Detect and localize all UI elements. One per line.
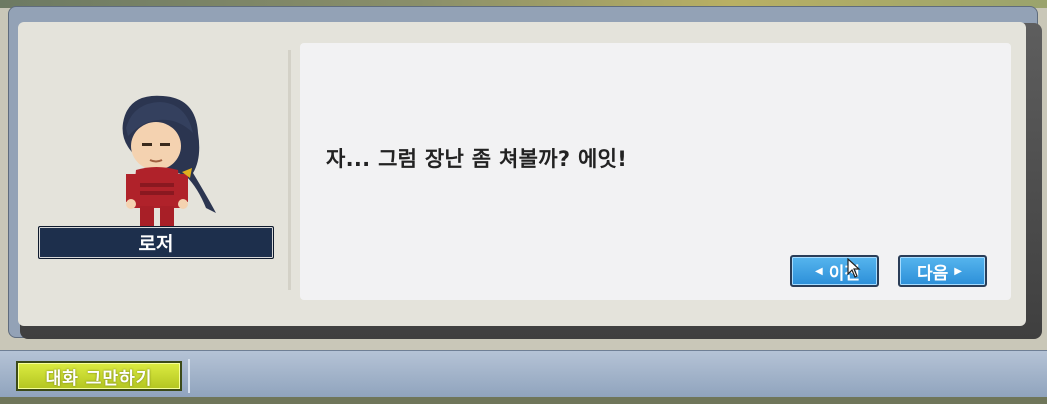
bottom-toolbar: 대화 그만하기: [0, 350, 1047, 398]
arrow-left-icon: ◀: [815, 265, 823, 277]
game-scene-background-bottom: [0, 397, 1047, 404]
npc-portrait-area: 로저: [28, 50, 286, 290]
next-button-label: 다음: [917, 263, 949, 284]
message-panel: 자... 그럼 장난 좀 쳐볼까? 에잇! ◀ 이전 다음 ▶: [300, 43, 1011, 300]
prev-button[interactable]: ◀ 이전: [790, 255, 879, 287]
npc-message-text: 자... 그럼 장난 좀 쳐볼까? 에잇!: [326, 147, 628, 171]
arrow-right-icon: ▶: [954, 265, 962, 277]
npc-name-plate: 로저: [38, 226, 274, 259]
mouse-cursor-icon: [847, 258, 861, 278]
dialog-divider: [288, 50, 291, 290]
next-button[interactable]: 다음 ▶: [898, 255, 987, 287]
end-chat-button[interactable]: 대화 그만하기: [16, 361, 182, 391]
npc-character-sprite: [122, 95, 216, 234]
toolbar-divider: [188, 359, 190, 393]
